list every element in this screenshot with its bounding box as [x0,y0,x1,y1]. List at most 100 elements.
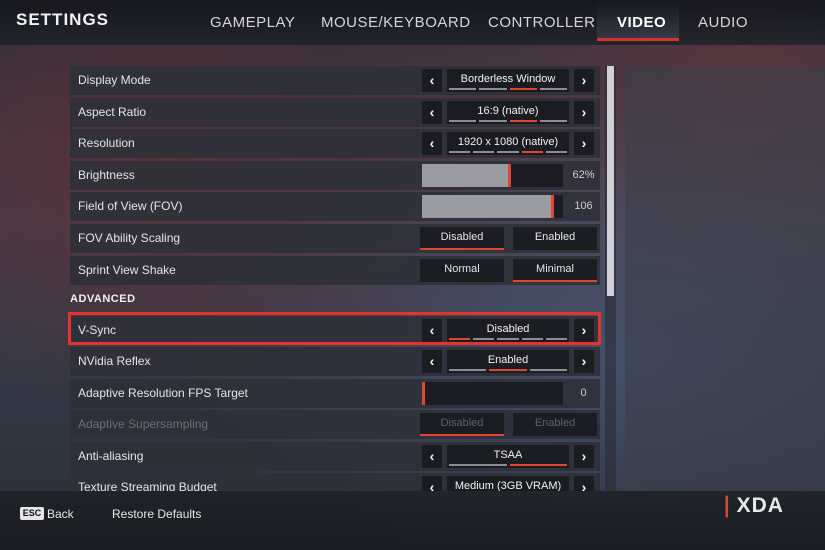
fov-scaling-disabled-button[interactable]: Disabled [420,227,504,250]
option-pips [449,120,567,122]
fov-value: 106 [574,200,593,212]
adaptive-ss-disabled-button: Disabled [420,413,504,436]
setting-row-sprint-view-shake: Sprint View Shake Normal Minimal [70,256,600,285]
tab-video[interactable]: VIDEO [617,14,666,31]
setting-row-vsync: V-Sync ‹ Disabled › [70,316,600,345]
setting-label: Adaptive Resolution FPS Target [78,386,248,400]
xda-bracket-icon: ❘ [718,494,737,517]
setting-label: Display Mode [78,73,151,87]
chevron-right-icon[interactable]: › [574,101,594,124]
option-pip [449,464,507,466]
setting-label: Sprint View Shake [78,263,176,277]
option-pips [449,464,567,466]
setting-row-anti-aliasing: Anti-aliasing ‹ TSAA › [70,442,600,471]
slider-handle[interactable] [422,382,425,405]
option-pip [479,88,507,90]
option-pip [489,369,527,371]
xda-logo: ❘XDA [718,493,784,518]
option-pip [539,88,567,90]
option-pip [497,151,519,153]
tab-controller[interactable]: CONTROLLER [488,14,596,31]
chevron-left-icon[interactable]: ‹ [422,476,442,491]
option-pip [529,369,567,371]
slider-handle[interactable] [508,164,512,187]
tab-audio[interactable]: AUDIO [698,14,748,31]
slider-handle[interactable] [550,195,554,218]
back-button[interactable]: Back [47,507,74,521]
setting-label: Adaptive Supersampling [78,417,209,431]
setting-label: Brightness [78,168,135,182]
active-tab-indicator [597,38,679,41]
setting-label: Anti-aliasing [78,449,144,463]
setting-label: Resolution [78,136,135,150]
slider-fill [422,195,552,218]
chevron-right-icon[interactable]: › [574,350,594,373]
texture-budget-value: Medium (3GB VRAM) [447,476,569,491]
fov-scaling-enabled-button[interactable]: Enabled [513,227,597,250]
option-pips [449,338,568,340]
option-pip [449,120,477,122]
brightness-slider[interactable] [422,164,563,187]
slider-fill [422,164,510,187]
option-pip [473,338,495,340]
adaptive-resolution-slider[interactable] [422,382,563,405]
setting-label: V-Sync [78,323,117,337]
option-pip [497,338,519,340]
option-pip [449,369,487,371]
tab-gameplay[interactable]: GAMEPLAY [210,14,295,31]
chevron-left-icon[interactable]: ‹ [422,69,442,92]
option-pip [545,151,568,153]
setting-row-display-mode: Display Mode ‹ Borderless Window › [70,66,600,95]
option-pip [473,151,495,153]
section-heading-advanced: ADVANCED [70,293,136,305]
setting-row-adaptive-resolution: Adaptive Resolution FPS Target 0 [70,379,600,408]
chevron-right-icon[interactable]: › [574,319,594,342]
option-pip [449,151,471,153]
setting-description-panel [625,66,825,491]
option-pips [449,88,567,90]
option-pip [509,120,537,122]
option-pip [449,88,477,90]
scrollbar-thumb[interactable] [607,66,614,296]
option-pip [539,120,567,122]
chevron-right-icon[interactable]: › [574,476,594,491]
setting-row-brightness: Brightness 62% [70,161,600,190]
chevron-right-icon[interactable]: › [574,445,594,468]
setting-label: Field of View (FOV) [78,199,183,213]
chevron-right-icon[interactable]: › [574,132,594,155]
setting-label: Texture Streaming Budget [78,480,217,491]
option-pip [521,151,543,153]
option-pips [449,369,567,371]
fov-slider[interactable] [422,195,563,218]
chevron-left-icon[interactable]: ‹ [422,445,442,468]
chevron-left-icon[interactable]: ‹ [422,132,442,155]
setting-row-resolution: Resolution ‹ 1920 x 1080 (native) › [70,129,600,158]
option-pip [509,464,567,466]
setting-row-fov: Field of View (FOV) 106 [70,192,600,221]
sprint-shake-normal-button[interactable]: Normal [420,259,504,282]
setting-row-fov-ability-scaling: FOV Ability Scaling Disabled Enabled [70,224,600,253]
esc-key-icon: ESC [20,507,44,520]
chevron-left-icon[interactable]: ‹ [422,319,442,342]
xda-logo-text: XDA [736,494,784,517]
option-pip [449,338,471,340]
adaptive-ss-enabled-button: Enabled [513,413,597,436]
brightness-value: 62% [572,169,595,181]
setting-row-texture-streaming: Texture Streaming Budget ‹ Medium (3GB V… [70,473,600,491]
setting-label: NVidia Reflex [78,354,151,368]
chevron-left-icon[interactable]: ‹ [422,101,442,124]
adaptive-resolution-value: 0 [580,387,587,399]
chevron-right-icon[interactable]: › [574,69,594,92]
setting-label: FOV Ability Scaling [78,231,181,245]
option-pip [545,338,568,340]
sprint-shake-minimal-button[interactable]: Minimal [513,259,597,282]
restore-defaults-button[interactable]: Restore Defaults [112,507,201,521]
option-pips [449,151,568,153]
setting-row-adaptive-supersampling: Adaptive Supersampling Disabled Enabled [70,410,600,439]
page-title: SETTINGS [16,10,110,29]
chevron-left-icon[interactable]: ‹ [422,350,442,373]
setting-row-aspect-ratio: Aspect Ratio ‹ 16:9 (native) › [70,98,600,127]
tab-mouse-keyboard[interactable]: MOUSE/KEYBOARD [321,14,471,31]
option-pip [509,88,537,90]
setting-row-nvidia-reflex: NVidia Reflex ‹ Enabled › [70,347,600,376]
